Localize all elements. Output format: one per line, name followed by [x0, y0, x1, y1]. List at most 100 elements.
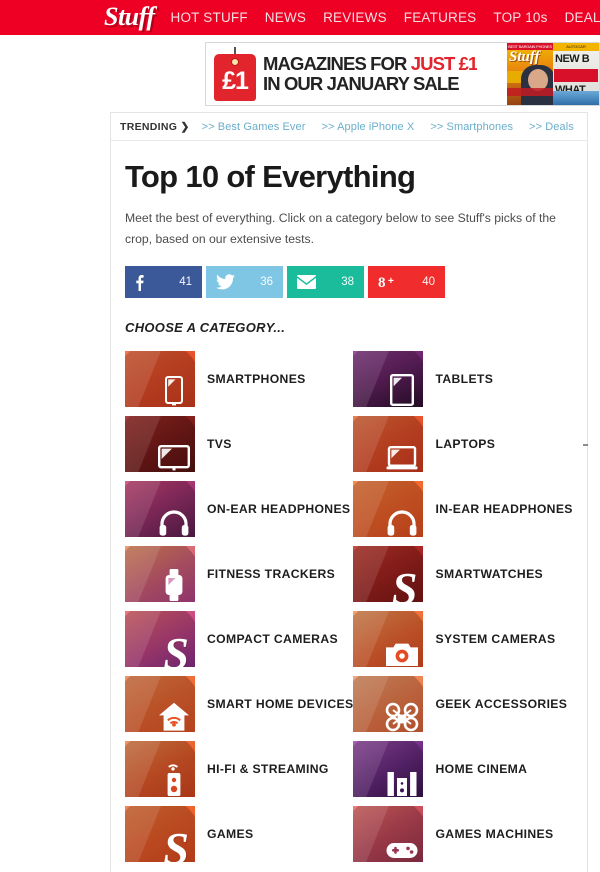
camera-icon: [386, 632, 419, 666]
category-hi-fi-streaming[interactable]: HI-FI & STREAMING: [125, 741, 353, 797]
ad-tag-price: £1: [222, 67, 249, 95]
category-tvs[interactable]: TVS: [125, 416, 353, 472]
cover1-logo: Stuff: [509, 49, 540, 65]
price-tag-icon: £1: [214, 47, 256, 101]
watch-icon: [158, 567, 190, 601]
cover2-strip: AUTOCAR: [553, 43, 599, 51]
category-laptops[interactable]: LAPTOPS: [353, 416, 573, 472]
category-home-cinema[interactable]: HOME CINEMA: [353, 741, 573, 797]
category-geek-accessories[interactable]: GEEK ACCESSORIES: [353, 676, 573, 732]
site-logo[interactable]: Stuff: [104, 3, 155, 32]
category-fitness-trackers[interactable]: FITNESS TRACKERS: [125, 546, 353, 602]
page-root: Stuff HOT STUFF NEWS REVIEWS FEATURES TO…: [0, 0, 600, 872]
category-tile-image: [125, 741, 195, 797]
s-letter-icon: S: [163, 823, 189, 863]
category-label: SMART HOME DEVICES: [207, 697, 354, 711]
category-label: GEEK ACCESSORIES: [435, 697, 568, 711]
cover2-line-1: NEW B: [555, 53, 590, 65]
svg-text:+: +: [388, 276, 394, 287]
category-system-cameras[interactable]: SYSTEM CAMERAS: [353, 611, 573, 667]
nav-features[interactable]: FEATURES: [404, 10, 477, 25]
category-label: SYSTEM CAMERAS: [435, 632, 556, 646]
category-tile-image: [125, 481, 195, 537]
category-smart-home-devices[interactable]: SMART HOME DEVICES: [125, 676, 353, 732]
share-google-plus-button[interactable]: 8 + 40: [368, 266, 445, 298]
nav-deals[interactable]: DEALS: [565, 10, 600, 25]
category-label: COMPACT CAMERAS: [207, 632, 338, 646]
nav-news[interactable]: NEWS: [265, 10, 306, 25]
category-compact-cameras[interactable]: S COMPACT CAMERAS: [125, 611, 353, 667]
category-label: IN-EAR HEADPHONES: [435, 502, 573, 516]
trending-apple-iphone-x[interactable]: >> Apple iPhone X: [321, 121, 414, 133]
category-tile-image: [353, 416, 424, 472]
content-frame: TRENDING ❯ >> Best Games Ever >> Apple i…: [110, 112, 588, 872]
category-in-ear-headphones[interactable]: IN-EAR HEADPHONES: [353, 481, 573, 537]
category-label: ON-EAR HEADPHONES: [207, 502, 351, 516]
nav-hot-stuff[interactable]: HOT STUFF: [171, 10, 248, 25]
category-games[interactable]: S GAMES: [125, 806, 353, 862]
nav-top-10s[interactable]: TOP 10s: [493, 10, 547, 25]
category-tile-image: [125, 676, 195, 732]
s-letter-icon: S: [163, 628, 189, 668]
tv-icon: [158, 437, 191, 471]
category-tile-image: [125, 351, 195, 407]
top-navigation-bar: Stuff HOT STUFF NEWS REVIEWS FEATURES TO…: [0, 0, 600, 35]
headphones-icon: [158, 502, 190, 536]
category-label: FITNESS TRACKERS: [207, 567, 336, 581]
category-label: SMARTPHONES: [207, 372, 306, 386]
nav-reviews[interactable]: REVIEWS: [323, 10, 387, 25]
category-tablets[interactable]: TABLETS: [353, 351, 573, 407]
category-label: HOME CINEMA: [435, 762, 528, 776]
twitter-share-count: 36: [260, 276, 273, 288]
category-smartwatches[interactable]: S SMARTWATCHES: [353, 546, 573, 602]
category-tile-image: [125, 546, 195, 602]
category-label: GAMES MACHINES: [435, 827, 554, 841]
email-share-count: 38: [341, 276, 354, 288]
category-tile-image: S: [353, 546, 424, 603]
magazine-cover-stuff: BEST BARGAIN PHONES TESTED Stuff: [507, 43, 553, 105]
ad-magazine-covers: BEST BARGAIN PHONES TESTED Stuff AUTOCAR…: [507, 43, 599, 105]
ad-headline-line-2: IN OUR JANUARY SALE: [263, 73, 460, 94]
trending-smartphones[interactable]: >> Smartphones: [430, 121, 513, 133]
category-games-machines[interactable]: GAMES MACHINES: [353, 806, 573, 862]
envelope-icon: [297, 275, 316, 289]
laptop-icon: [386, 437, 418, 471]
category-grid: SMARTPHONES TABLETS TVS LAPTOPS ON-EAR HEADP…: [125, 351, 573, 862]
trending-label: TRENDING ❯: [120, 120, 190, 133]
category-tile-image: [353, 806, 424, 862]
google-plus-icon: 8 +: [378, 274, 399, 290]
main-nav-links: HOT STUFF NEWS REVIEWS FEATURES TOP 10s …: [171, 10, 600, 25]
tablet-icon: [386, 372, 418, 407]
s-letter-icon: S: [391, 563, 418, 603]
speaker-icon: [158, 762, 190, 796]
share-twitter-button[interactable]: 36: [206, 266, 283, 298]
category-tile-image: [353, 611, 424, 667]
category-tile-image: [353, 741, 424, 797]
category-tile-image: [353, 676, 424, 732]
home-cinema-icon: [386, 762, 418, 796]
page-edge-mark: [583, 444, 588, 446]
facebook-icon: [135, 274, 144, 291]
share-email-button[interactable]: 38: [287, 266, 364, 298]
share-facebook-button[interactable]: 41: [125, 266, 202, 298]
magazine-cover-autocar: AUTOCAR NEW B WHAT: [553, 43, 599, 105]
category-on-ear-headphones[interactable]: ON-EAR HEADPHONES: [125, 481, 353, 537]
category-label: SMARTWATCHES: [435, 567, 544, 581]
magazine-sale-ad[interactable]: £1 MAGAZINES FOR JUST £1 IN OUR JANUARY …: [205, 42, 600, 106]
category-smartphones[interactable]: SMARTPHONES: [125, 351, 353, 407]
gplus-share-count: 40: [422, 276, 435, 288]
trending-best-games-ever[interactable]: >> Best Games Ever: [202, 121, 306, 133]
trending-bar: TRENDING ❯ >> Best Games Ever >> Apple i…: [111, 113, 587, 141]
social-share-row: 41 36 38 8 + 40: [125, 266, 573, 298]
ad-left-panel: £1 MAGAZINES FOR JUST £1 IN OUR JANUARY …: [206, 43, 507, 105]
trending-deals[interactable]: >> Deals: [529, 121, 574, 133]
category-tile-image: S: [125, 806, 195, 862]
ad-copy: MAGAZINES FOR JUST £1 IN OUR JANUARY SAL…: [263, 54, 477, 94]
category-tile-image: [353, 351, 424, 407]
category-tile-image: [353, 481, 424, 537]
category-tile-image: [125, 416, 195, 472]
category-tile-image: S: [125, 611, 195, 667]
category-label: TABLETS: [435, 372, 494, 386]
headphones-icon: [386, 502, 418, 536]
article-standfirst: Meet the best of everything. Click on a …: [125, 211, 556, 246]
